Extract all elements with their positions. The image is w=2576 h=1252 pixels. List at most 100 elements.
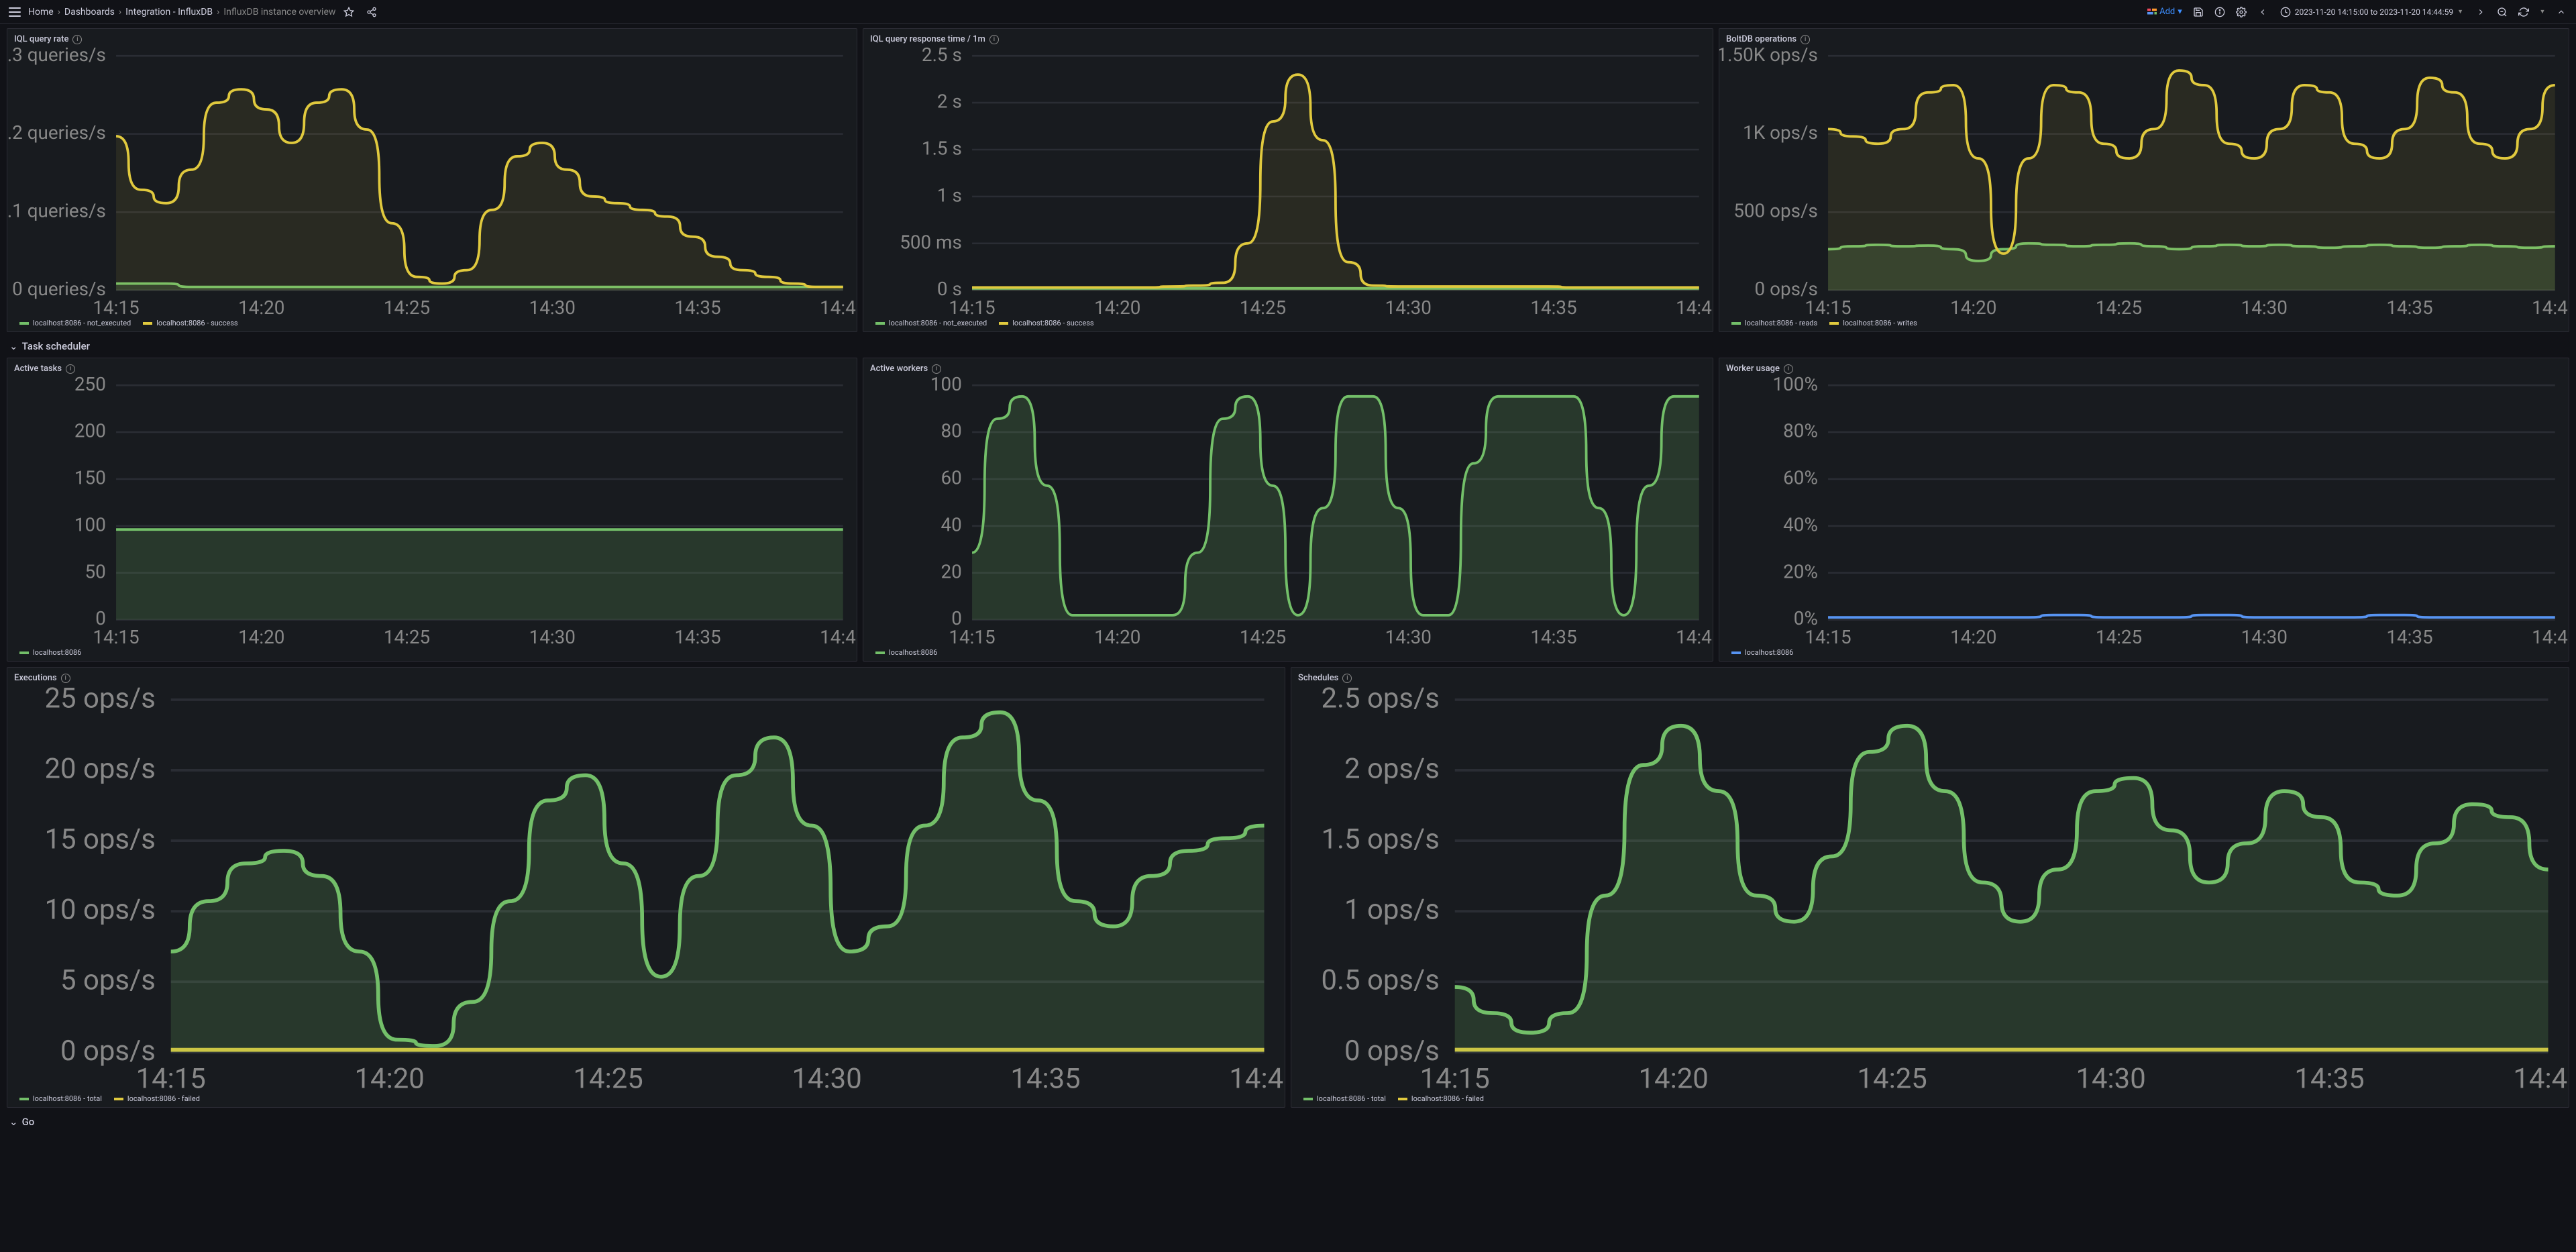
panel-chart[interactable]: 0 queries/s0.1 queries/s0.2 queries/s0.3… (7, 46, 857, 317)
breadcrumb-home[interactable]: Home (28, 7, 54, 17)
time-forward-button[interactable] (2471, 3, 2490, 21)
panel-chart[interactable]: 0%20%40%60%80%100%14:1514:2014:2514:3014… (1719, 375, 2569, 647)
legend-item[interactable]: localhost:8086 - not_executed (19, 319, 131, 327)
panel-header[interactable]: Worker usage i (1719, 361, 2569, 375)
panel-header[interactable]: BoltDB operations i (1719, 32, 2569, 46)
timerange-button[interactable]: 2023-11-20 14:15:00 to 2023-11-20 14:44:… (2275, 4, 2469, 20)
panel-chart[interactable]: 0 ops/s500 ops/s1K ops/s1.50K ops/s14:15… (1719, 46, 2569, 317)
panel-legend: localhost:8086 (7, 647, 857, 658)
info-icon[interactable]: i (66, 364, 75, 374)
breadcrumb-folder[interactable]: Integration - InfluxDB (125, 7, 213, 17)
panel-boltdb: BoltDB operations i 0 ops/s500 ops/s1K o… (1719, 28, 2569, 332)
svg-text:2.5 ops/s: 2.5 ops/s (1321, 684, 1439, 715)
svg-text:14:40: 14:40 (1676, 626, 1713, 647)
legend-item[interactable]: localhost:8086 (1731, 648, 1793, 657)
legend-swatch (875, 651, 885, 654)
svg-text:1K ops/s: 1K ops/s (1743, 121, 1818, 144)
panel-chart[interactable]: 0 ops/s5 ops/s10 ops/s15 ops/s20 ops/s25… (7, 684, 1285, 1093)
panel-header[interactable]: Executions i (7, 670, 1285, 684)
svg-text:20 ops/s: 20 ops/s (45, 753, 156, 786)
legend-item[interactable]: localhost:8086 - success (143, 319, 237, 327)
svg-text:14:40: 14:40 (1229, 1063, 1285, 1094)
gear-icon (2236, 7, 2247, 17)
panel-worker_usage: Worker usage i 0%20%40%60%80%100%14:1514… (1719, 358, 2569, 662)
star-icon (343, 7, 354, 17)
svg-text:15 ops/s: 15 ops/s (45, 823, 156, 856)
panel-header[interactable]: Schedules i (1291, 670, 2569, 684)
info-icon[interactable]: i (72, 35, 82, 44)
panel-iql_resp: IQL query response time / 1m i 0 s500 ms… (863, 28, 1713, 332)
legend-item[interactable]: localhost:8086 - failed (1398, 1094, 1484, 1103)
add-panel-button[interactable]: Add ▾ (2143, 4, 2186, 19)
menu-toggle[interactable] (5, 3, 24, 21)
svg-text:14:25: 14:25 (1240, 297, 1286, 317)
svg-text:20: 20 (941, 560, 962, 582)
header: Home › Dashboards › Integration - Influx… (0, 0, 2576, 24)
panel-legend: localhost:8086 (1719, 647, 2569, 658)
panel-chart[interactable]: 0 ops/s0.5 ops/s1 ops/s1.5 ops/s2 ops/s2… (1291, 684, 2569, 1093)
info-icon[interactable]: i (1784, 364, 1793, 374)
legend-item[interactable]: localhost:8086 - writes (1829, 319, 1917, 327)
legend-item[interactable]: localhost:8086 - success (999, 319, 1093, 327)
settings-button[interactable] (2232, 3, 2251, 21)
refresh-interval-button[interactable]: ▼ (2536, 3, 2549, 21)
panel-chart[interactable]: 05010015020025014:1514:2014:2514:3014:35… (7, 375, 857, 647)
save-button[interactable] (2189, 3, 2208, 21)
svg-text:14:40: 14:40 (820, 626, 857, 647)
svg-text:1.5 s: 1.5 s (922, 138, 962, 160)
svg-text:14:20: 14:20 (238, 297, 284, 317)
kiosk-button[interactable] (2552, 3, 2571, 21)
panel-active_workers: Active workers i 02040608010014:1514:201… (863, 358, 1713, 662)
legend-label: localhost:8086 - total (1317, 1094, 1386, 1103)
legend-item[interactable]: localhost:8086 - reads (1731, 319, 1817, 327)
refresh-button[interactable] (2514, 3, 2533, 21)
svg-text:14:20: 14:20 (355, 1063, 425, 1094)
panel-schedules: Schedules i 0 ops/s0.5 ops/s1 ops/s1.5 o… (1291, 667, 2569, 1108)
legend-item[interactable]: localhost:8086 (19, 648, 81, 657)
svg-text:14:25: 14:25 (384, 626, 430, 647)
svg-text:0.3 queries/s: 0.3 queries/s (7, 46, 106, 66)
section-go[interactable]: ⌄ Go (7, 1113, 2569, 1131)
svg-text:2 ops/s: 2 ops/s (1344, 753, 1440, 786)
time-back-button[interactable] (2253, 3, 2272, 21)
svg-text:14:35: 14:35 (2386, 626, 2432, 647)
legend-item[interactable]: localhost:8086 - not_executed (875, 319, 987, 327)
zoom-out-button[interactable] (2493, 3, 2512, 21)
legend-item[interactable]: localhost:8086 - failed (114, 1094, 200, 1103)
svg-text:14:30: 14:30 (2241, 626, 2288, 647)
panel-header[interactable]: Active workers i (863, 361, 1713, 375)
legend-label: localhost:8086 - reads (1745, 319, 1817, 327)
panel-header[interactable]: IQL query response time / 1m i (863, 32, 1713, 46)
legend-label: localhost:8086 - success (156, 319, 237, 327)
svg-text:14:35: 14:35 (2294, 1063, 2364, 1094)
panel-header[interactable]: Active tasks i (7, 361, 857, 375)
dashboard-insights-button[interactable] (2210, 3, 2229, 21)
panel-active_tasks: Active tasks i 05010015020025014:1514:20… (7, 358, 857, 662)
chevron-right-icon: › (58, 7, 60, 17)
legend-item[interactable]: localhost:8086 - total (19, 1094, 102, 1103)
svg-text:60: 60 (941, 467, 962, 489)
breadcrumb-dashboards[interactable]: Dashboards (64, 7, 115, 17)
panel-title: IQL query rate (14, 34, 68, 44)
info-icon[interactable]: i (932, 364, 941, 374)
section-task-scheduler[interactable]: ⌄ Task scheduler (7, 337, 2569, 355)
info-icon[interactable]: i (1342, 674, 1352, 683)
panel-header[interactable]: IQL query rate i (7, 32, 857, 46)
svg-text:14:30: 14:30 (2241, 297, 2288, 317)
section-title: Go (22, 1116, 35, 1128)
legend-label: localhost:8086 (33, 648, 81, 657)
legend-item[interactable]: localhost:8086 (875, 648, 937, 657)
legend-item[interactable]: localhost:8086 - total (1303, 1094, 1386, 1103)
panel-title: IQL query response time / 1m (870, 34, 985, 44)
info-icon[interactable]: i (1801, 35, 1810, 44)
save-icon (2193, 7, 2204, 17)
info-icon[interactable]: i (989, 35, 999, 44)
svg-text:14:15: 14:15 (949, 626, 995, 647)
info-icon[interactable]: i (61, 674, 70, 683)
share-button[interactable] (362, 3, 381, 21)
chevron-down-icon: ▼ (2457, 8, 2463, 15)
panel-chart[interactable]: 02040608010014:1514:2014:2514:3014:3514:… (863, 375, 1713, 647)
favorite-button[interactable] (339, 3, 358, 21)
breadcrumb: Home › Dashboards › Integration - Influx… (28, 7, 335, 17)
panel-chart[interactable]: 0 s500 ms1 s1.5 s2 s2.5 s14:1514:2014:25… (863, 46, 1713, 317)
